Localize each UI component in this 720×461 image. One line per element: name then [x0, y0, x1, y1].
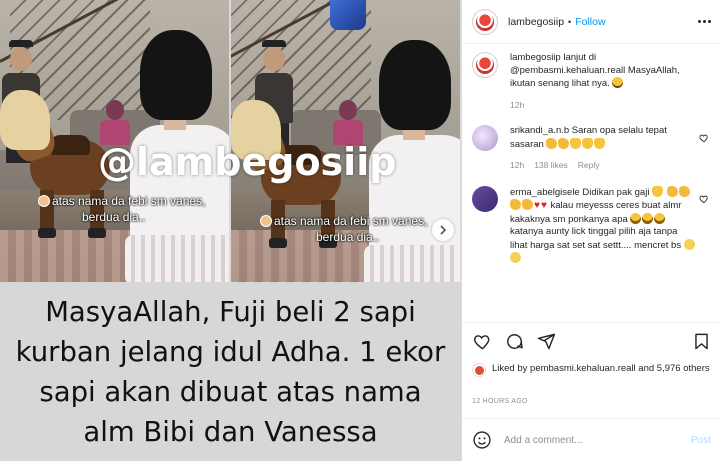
- header-username[interactable]: lambegosiip: [508, 16, 564, 28]
- likes-others[interactable]: 5,976 others: [657, 363, 710, 374]
- video-caption-line2-right: berdua dia..: [316, 230, 380, 244]
- comment-username[interactable]: erma_abelgisele: [510, 187, 580, 198]
- post-headline: MasyaAllah, Fuji beli 2 sapi kurban jela…: [15, 295, 446, 448]
- list-item: srikandi_a.n.b Saran opa selalu tepat sa…: [472, 125, 711, 172]
- watermark-text: @lambegosiip: [98, 140, 397, 184]
- red-heart-emoji-icon: ♥: [540, 200, 547, 211]
- avatar[interactable]: [472, 8, 498, 35]
- red-heart-emoji-icon: ♥: [534, 200, 540, 211]
- post-header: lambegosiip • Follow: [462, 0, 720, 44]
- share-button[interactable]: [536, 332, 556, 352]
- face-emoji-icon: [260, 215, 272, 227]
- comment-time[interactable]: 12h: [510, 159, 524, 172]
- face-emoji-icon: [38, 195, 50, 207]
- clapping-emoji-icon: [546, 137, 558, 149]
- laughing-emoji-icon: [654, 212, 666, 224]
- heart-icon[interactable]: [699, 194, 709, 204]
- video-caption-line2: berdua dia..: [82, 210, 146, 224]
- comment-username[interactable]: srikandi_a.n.b: [510, 125, 569, 136]
- video-caption-line1-right: atas nama da febi sm vanes,: [260, 214, 427, 228]
- likes-summary: Liked by pembasmi.kehaluan.reall and 5,9…: [472, 362, 712, 377]
- chevron-right-icon: [440, 225, 447, 235]
- smiling-emoji-icon: [612, 77, 624, 88]
- clapping-emoji-icon: [666, 185, 678, 197]
- comment-username[interactable]: lambegosiip: [510, 52, 561, 63]
- avatar[interactable]: [472, 185, 498, 212]
- more-icon[interactable]: [698, 20, 711, 23]
- caption-comment: lambegosiip lanjut di @pembasmi.kehaluan…: [472, 52, 711, 111]
- post-actions: [462, 322, 720, 360]
- avatar[interactable]: [472, 125, 498, 151]
- clapping-emoji-icon: [678, 185, 690, 197]
- headline-box: MasyaAllah, Fuji beli 2 sapi kurban jela…: [0, 282, 461, 461]
- post-comment-button[interactable]: Post: [691, 435, 711, 446]
- follow-button[interactable]: Follow: [575, 16, 605, 28]
- next-slide-button[interactable]: [432, 219, 454, 241]
- comment-icon: [506, 334, 523, 349]
- sad-emoji-icon: [683, 238, 695, 250]
- clapping-emoji-icon: [522, 199, 533, 210]
- heart-icon[interactable]: [699, 133, 709, 143]
- comment-input[interactable]: [504, 434, 691, 446]
- post-timestamp[interactable]: 12 HOURS AGO: [472, 398, 528, 405]
- list-item: erma_abelgisele Didikan pak gaji ♥♥ kala…: [472, 185, 711, 266]
- add-comment-bar: Post: [462, 418, 720, 461]
- laughing-emoji-icon: [630, 212, 642, 224]
- share-icon: [537, 333, 555, 350]
- save-button[interactable]: [691, 332, 711, 352]
- likes-prefix: Liked by: [492, 363, 528, 374]
- separator-dot: •: [568, 16, 572, 27]
- bookmark-icon: [694, 333, 708, 350]
- comment-text: Didikan pak gaji: [582, 186, 650, 198]
- heart-icon: [473, 335, 489, 350]
- thumbs-up-emoji-icon: [570, 137, 582, 149]
- likes-and: and: [638, 363, 655, 374]
- comment-button[interactable]: [504, 332, 524, 352]
- post-media: @lambegosiip atas nama da febi sm vanes,…: [0, 0, 461, 461]
- comment-text: katanya aunty lick tinggal pilih aja tan…: [510, 226, 682, 251]
- clapping-emoji-icon: [510, 199, 521, 210]
- comment-time[interactable]: 12h: [510, 99, 524, 112]
- likes-user[interactable]: pembasmi.kehaluan.reall: [530, 363, 636, 374]
- comments-list: lambegosiip lanjut di @pembasmi.kehaluan…: [462, 52, 720, 322]
- avatar[interactable]: [472, 363, 486, 377]
- thumbs-up-emoji-icon: [652, 185, 664, 197]
- video-caption-line1: atas nama da febi sm vanes,: [38, 194, 205, 208]
- sad-emoji-icon: [510, 252, 521, 263]
- emoji-icon[interactable]: [472, 430, 492, 450]
- video-app-icon: [330, 0, 366, 30]
- thumbs-up-emoji-icon: [582, 137, 594, 149]
- reply-button[interactable]: Reply: [578, 159, 600, 172]
- avatar[interactable]: [472, 52, 498, 78]
- post-side-panel: lambegosiip • Follow lambegosiip lanjut …: [461, 0, 720, 461]
- comment-likes[interactable]: 138 likes: [534, 159, 568, 172]
- clapping-emoji-icon: [558, 137, 570, 149]
- thumbs-up-emoji-icon: [594, 137, 606, 149]
- laughing-emoji-icon: [642, 212, 654, 224]
- like-button[interactable]: [472, 332, 492, 352]
